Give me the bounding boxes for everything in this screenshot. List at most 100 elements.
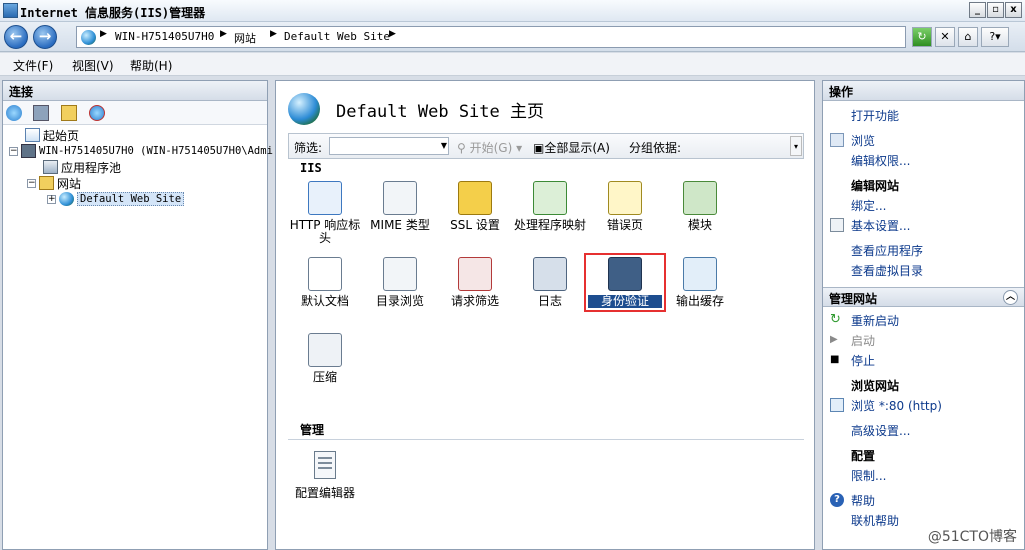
minimize-button[interactable]: _ bbox=[969, 2, 986, 18]
feature-mime-types[interactable]: MIME 类型 bbox=[363, 181, 437, 232]
chevron-down-icon[interactable]: ▼ bbox=[439, 138, 449, 154]
expand-icon[interactable]: + bbox=[47, 194, 56, 204]
basic-settings-icon bbox=[830, 218, 844, 232]
breadcrumb-server[interactable]: WIN-H751405U7H0 bbox=[115, 30, 214, 43]
menu-file[interactable]: 文件(F) bbox=[13, 57, 53, 74]
action-advanced-settings[interactable]: 高级设置... bbox=[851, 422, 910, 439]
show-all-icon: ▣ bbox=[533, 141, 545, 155]
actions-header: 操作 bbox=[823, 81, 1024, 101]
up-folder-icon[interactable] bbox=[61, 105, 77, 121]
action-view-virtual-dirs[interactable]: 查看虚拟目录 bbox=[851, 262, 923, 279]
collapse-icon[interactable]: − bbox=[27, 178, 36, 188]
feature-label: 输出缓存 bbox=[675, 294, 724, 308]
feature-compression[interactable]: 压缩 bbox=[288, 333, 362, 384]
action-help[interactable]: 帮助 bbox=[851, 492, 875, 509]
feature-logging[interactable]: 日志 bbox=[513, 257, 587, 308]
tree-item-server[interactable]: − WIN-H751405U7H0 (WIN-H751405U7H0\Admi bbox=[9, 143, 273, 159]
address-box[interactable]: ▶ WIN-H751405U7H0 ▶ 网站 ▶ Default Web Sit… bbox=[76, 26, 906, 48]
globe-icon bbox=[59, 192, 74, 206]
filter-input[interactable] bbox=[329, 137, 449, 155]
tree-item-sites[interactable]: − 网站 bbox=[27, 175, 81, 191]
feature-label: 压缩 bbox=[312, 370, 337, 384]
tree-item-app-pools[interactable]: 应用程序池 bbox=[43, 159, 121, 175]
action-start: 启动 bbox=[851, 334, 876, 348]
server-icon bbox=[21, 144, 36, 158]
mime-types-icon bbox=[383, 181, 417, 215]
action-restart[interactable]: 重新启动 bbox=[851, 312, 899, 329]
address-bar: ← → ▶ WIN-H751405U7H0 ▶ 网站 ▶ Default Web… bbox=[0, 22, 1025, 52]
stop-icon[interactable]: ✕ bbox=[935, 27, 955, 47]
show-all-label: 全部显示(A) bbox=[544, 141, 610, 155]
group-by-label: 分组依据: bbox=[629, 141, 682, 155]
help-icon: ? bbox=[830, 493, 844, 507]
chevron-up-icon[interactable]: ︿ bbox=[1003, 290, 1018, 305]
feature-request-filtering[interactable]: 请求筛选 bbox=[438, 257, 512, 308]
breadcrumb-site[interactable]: Default Web Site bbox=[284, 30, 390, 43]
home-icon[interactable]: ⌂ bbox=[958, 27, 978, 47]
modules-icon bbox=[683, 181, 717, 215]
window-title: Internet 信息服务(IIS)管理器 bbox=[20, 6, 206, 20]
feature-modules[interactable]: 模块 bbox=[663, 181, 737, 232]
browse-site-heading: 浏览网站 bbox=[851, 379, 900, 393]
filter-label: 筛选: bbox=[294, 141, 323, 155]
action-edit-permissions[interactable]: 编辑权限... bbox=[851, 152, 910, 169]
compression-icon bbox=[308, 333, 342, 367]
action-bindings[interactable]: 绑定... bbox=[851, 197, 886, 214]
action-open-feature[interactable]: 打开功能 bbox=[851, 107, 899, 124]
action-view-applications[interactable]: 查看应用程序 bbox=[851, 242, 923, 259]
action-stop[interactable]: 停止 bbox=[851, 352, 875, 369]
features-panel: Default Web Site 主页 筛选: ▼ ⚲ 开始(G) ▾ ▣全部显… bbox=[275, 80, 815, 550]
page-title: Default Web Site 主页 bbox=[336, 101, 544, 122]
action-explore[interactable]: 浏览 bbox=[851, 132, 875, 149]
start-filter-button[interactable]: ⚲ 开始(G) ▾ bbox=[457, 139, 522, 156]
close-button[interactable]: x bbox=[1005, 2, 1022, 18]
feature-error-pages[interactable]: 错误页 bbox=[588, 181, 662, 232]
tree-label: 应用程序池 bbox=[61, 160, 122, 175]
feature-ssl-settings[interactable]: SSL 设置 bbox=[438, 181, 512, 232]
menu-view[interactable]: 视图(V) bbox=[72, 57, 114, 74]
menu-help[interactable]: 帮助(H) bbox=[130, 57, 172, 74]
help-icon[interactable]: ?▾ bbox=[981, 27, 1009, 47]
section-manage: 管理 bbox=[300, 423, 325, 437]
action-basic-settings[interactable]: 基本设置... bbox=[851, 217, 910, 234]
disconnect-icon[interactable] bbox=[89, 105, 105, 121]
back-button[interactable]: ← bbox=[4, 25, 28, 49]
feature-http-response-headers[interactable]: HTTP 响应标头 bbox=[288, 181, 362, 245]
request-filtering-icon bbox=[458, 257, 492, 291]
refresh-icon[interactable]: ↻ bbox=[912, 27, 932, 47]
restore-button[interactable]: ▫ bbox=[987, 2, 1004, 18]
tree-label: 起始页 bbox=[43, 128, 80, 143]
feature-label: 日志 bbox=[537, 294, 562, 308]
feature-default-document[interactable]: 默认文档 bbox=[288, 257, 362, 308]
feature-output-caching[interactable]: 输出缓存 bbox=[663, 257, 737, 308]
chevron-right-icon: ▶ bbox=[270, 29, 277, 39]
watermark: @51CTO博客 bbox=[927, 529, 1017, 545]
show-all-button[interactable]: ▣全部显示(A) bbox=[533, 139, 610, 156]
feature-configuration-editor[interactable]: 配置编辑器 bbox=[288, 449, 362, 500]
action-browse-80[interactable]: 浏览 *:80 (http) bbox=[851, 397, 942, 414]
ssl-settings-icon bbox=[458, 181, 492, 215]
feature-authentication[interactable]: 身份验证 bbox=[584, 253, 666, 312]
tree-item-default-web-site[interactable]: + Default Web Site bbox=[47, 191, 185, 207]
action-limits[interactable]: 限制... bbox=[851, 467, 886, 484]
feature-label: 身份验证 bbox=[588, 295, 662, 308]
feature-label: MIME 类型 bbox=[370, 218, 430, 232]
actions-panel: 操作 打开功能 浏览 编辑权限... 编辑网站 绑定... 基本设置... 查看… bbox=[822, 80, 1025, 550]
browse-icon bbox=[830, 398, 844, 412]
feature-handler-mappings[interactable]: 处理程序映射 bbox=[513, 181, 587, 232]
save-icon[interactable] bbox=[33, 105, 49, 121]
feature-label: 配置编辑器 bbox=[294, 486, 355, 500]
collapse-icon[interactable]: − bbox=[9, 146, 18, 156]
restart-icon: ↻ bbox=[830, 312, 841, 327]
connect-icon[interactable] bbox=[6, 105, 22, 121]
feature-label: 目录浏览 bbox=[375, 294, 424, 308]
action-online-help[interactable]: 联机帮助 bbox=[851, 512, 899, 529]
forward-button[interactable]: → bbox=[33, 25, 57, 49]
sites-folder-icon bbox=[39, 176, 54, 190]
feature-label: SSL 设置 bbox=[450, 218, 500, 232]
tree-item-start-page[interactable]: 起始页 bbox=[25, 127, 79, 143]
feature-directory-browsing[interactable]: 目录浏览 bbox=[363, 257, 437, 308]
scroll-down-icon[interactable]: ▾ bbox=[790, 136, 802, 156]
breadcrumb-sites[interactable]: 网站 bbox=[234, 30, 256, 46]
error-pages-icon bbox=[608, 181, 642, 215]
